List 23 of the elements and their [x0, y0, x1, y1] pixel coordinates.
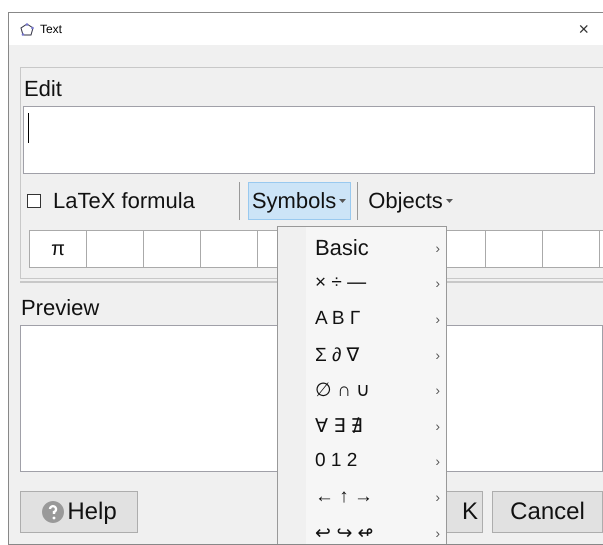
- menu-item[interactable]: 0 1 2 ›: [278, 444, 446, 480]
- menu-item[interactable]: A B Γ ›: [278, 301, 446, 337]
- window-title: Text: [40, 22, 64, 36]
- menu-item[interactable]: Basic ›: [278, 230, 446, 266]
- menu-item[interactable]: × ÷ — ›: [278, 266, 446, 302]
- caret-icon: [339, 199, 346, 203]
- menu-item[interactable]: Σ ∂ ∇ ›: [278, 336, 446, 372]
- cancel-button[interactable]: Cancel: [492, 491, 603, 533]
- menu-item[interactable]: ∀ ∃ ∄ ›: [278, 408, 446, 444]
- latex-checkbox[interactable]: [27, 194, 41, 208]
- pentagon-icon: [20, 22, 34, 36]
- help-icon: [41, 500, 66, 524]
- help-button[interactable]: Help: [20, 491, 138, 533]
- menu-item[interactable]: ∅ ∩ ∪ ›: [278, 372, 446, 408]
- symbol-cell[interactable]: π: [51, 238, 65, 260]
- menu-button[interactable]: Objects: [364, 182, 458, 220]
- preview-label: Preview: [20, 294, 100, 322]
- menu-button[interactable]: Symbols: [248, 182, 352, 220]
- edit-label: Edit: [23, 75, 62, 103]
- edit-field[interactable]: [23, 106, 595, 174]
- close-button[interactable]: ×: [578, 18, 589, 40]
- latex-label: LaTeX formula: [53, 188, 195, 214]
- caret-icon: [446, 199, 453, 203]
